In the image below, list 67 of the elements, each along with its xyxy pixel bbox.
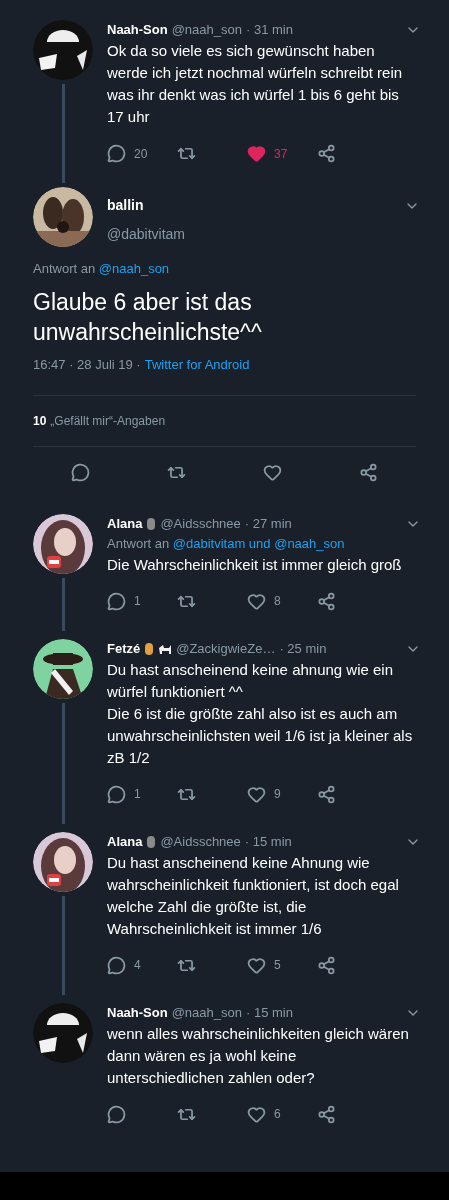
user-name: ballin	[107, 196, 144, 215]
tweet-text: Ok da so viele es sich gewünscht haben werde ich jetzt nochmal würfeln schreibt rein was ihr denkt was ich würfel 1 bis 6 geht bis 17 uhr	[107, 41, 404, 127]
reply-icon	[107, 784, 126, 804]
user-handle: @Aidsschnee	[160, 514, 241, 533]
emoji-icon	[144, 641, 155, 656]
reply-icon	[107, 955, 126, 975]
reply-button[interactable]: 4	[107, 955, 177, 975]
like-button[interactable]: 37	[247, 144, 317, 163]
reply-button[interactable]: 20	[107, 144, 177, 163]
tweet-time: · 31 min	[246, 21, 293, 39]
tweet-time: · 15 min	[246, 1003, 293, 1022]
like-icon	[247, 955, 266, 975]
reply-icon	[107, 144, 126, 163]
user-name: Fetzé	[107, 639, 141, 658]
user-name: Naah-Son	[107, 21, 168, 39]
user-name: Naah-Son	[107, 1003, 168, 1022]
share-icon	[317, 1104, 336, 1124]
tweet-text: Die Wahrscheinlichkeit ist immer gleich groß	[107, 554, 403, 575]
mention-link[interactable]: und	[248, 535, 271, 551]
share-icon	[358, 462, 378, 482]
user-handle: @naah_son	[171, 1003, 242, 1022]
like-icon	[247, 1104, 266, 1124]
mention-link[interactable]: @naah_son	[98, 261, 170, 276]
tweet-timestamp: 16:47 · 28 Juli 19 ·	[33, 356, 141, 374]
reply-to-text: Antwort an @dabitvitam und @naah_son	[107, 534, 346, 553]
reply-to-text: Antwort an @naah_son	[33, 260, 171, 278]
like-label: „Gefällt mir“-Angaben	[50, 412, 166, 430]
tweet-time: · 15 min	[244, 832, 292, 851]
reply-button[interactable]	[71, 462, 91, 482]
user-name: Alana	[107, 832, 143, 851]
share-icon	[317, 591, 336, 611]
source-link[interactable]: Twitter for Android	[144, 355, 250, 375]
emoji-icon	[146, 516, 157, 531]
reply-icon	[107, 591, 126, 611]
user-handle: @naah_son	[171, 21, 242, 39]
like-icon	[262, 462, 282, 482]
reply-icon	[71, 462, 91, 482]
like-icon	[247, 591, 266, 611]
user-handle: @Aidsschnee	[160, 832, 241, 851]
like-icon	[247, 784, 266, 804]
share-icon	[317, 144, 336, 163]
mention-link[interactable]: @naah_son	[274, 535, 345, 551]
reply-button[interactable]: 1	[107, 591, 177, 611]
user-name: Alana	[107, 514, 143, 533]
reply-icon	[107, 1104, 126, 1124]
user-handle: @dabitvitam	[107, 225, 187, 244]
tweet-time: · 27 min	[244, 514, 292, 533]
share-icon	[317, 784, 336, 804]
share-icon	[317, 955, 336, 975]
tweet-text: wenn alles wahrscheinlichkeiten gleich wären dann wären es ja wohl keine unterschiedlichen zahlen oder?	[107, 1023, 410, 1088]
mention-link[interactable]: @dabitvitam	[172, 535, 246, 551]
like-button[interactable]: 9	[247, 784, 317, 804]
reply-button[interactable]: 1	[107, 784, 177, 804]
user-handle: @ZackigwieZe…	[176, 639, 276, 658]
like-button[interactable]: 8	[247, 591, 317, 611]
like-button[interactable]: 6	[247, 1104, 317, 1124]
like-count[interactable]: 10	[33, 411, 47, 430]
thread-line	[61, 577, 65, 631]
like-button[interactable]	[262, 462, 282, 482]
emoji-icon	[146, 834, 157, 849]
tweet-text: Glaube 6 aber ist das unwahrscheinlichste^^	[33, 288, 263, 347]
tweet-time: · 25 min	[279, 639, 327, 658]
tweet-text: Du hast anscheinend keine ahnung wie ein würfel funktioniert ^^ Die 6 ist die größte zahl also ist es auch am unwahrscheinlichsten weil 1/6 ist ja kleiner als zB 1/2	[107, 659, 414, 768]
share-button[interactable]	[358, 462, 378, 482]
like-icon	[247, 144, 266, 163]
tweet-text: Du hast anscheinend keine Ahnung wie wahrscheinlichkeit funktioniert, ist doch egal welche Zahl die größte ist, die Wahrscheinlichkeit ist immer 1/6	[107, 852, 400, 939]
like-button[interactable]: 5	[247, 955, 317, 975]
